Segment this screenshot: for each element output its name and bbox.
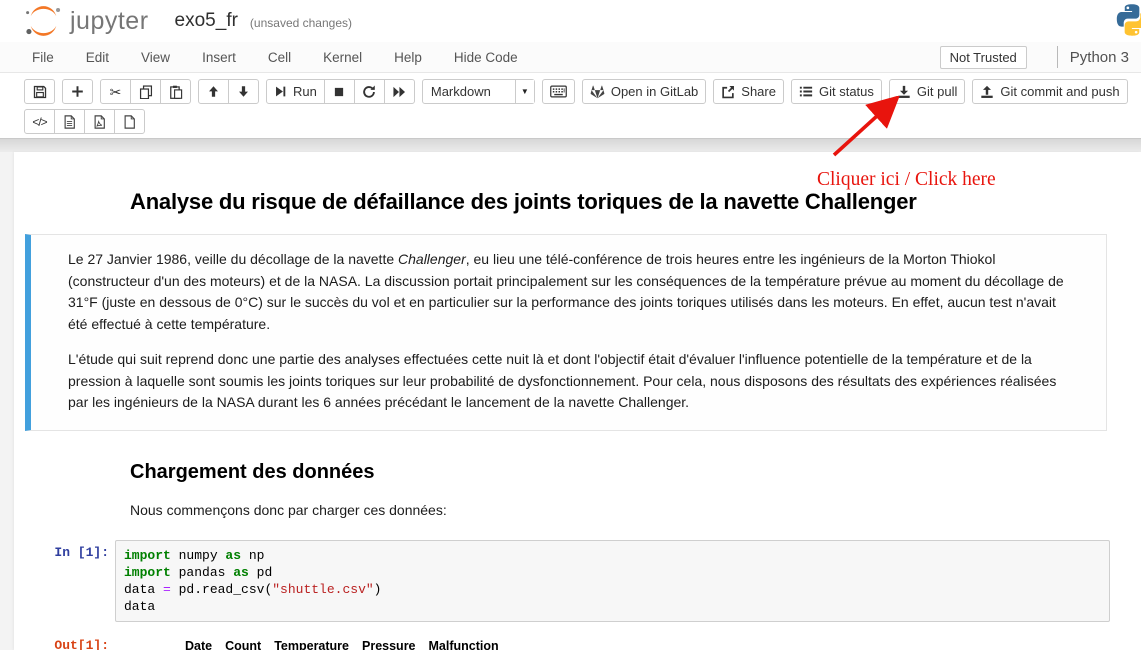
input-prompt: In [1]: <box>14 540 115 560</box>
code-cell[interactable]: In [1]: import numpy as npimport pandas … <box>14 540 1141 622</box>
share-button-label: Share <box>741 84 776 99</box>
kernel-divider <box>1057 46 1058 68</box>
output-cell: Out[1]: Date Count Temperature Pressure … <box>14 633 1141 650</box>
new-file-button[interactable] <box>114 109 145 134</box>
paste-cell-button[interactable] <box>160 79 191 104</box>
open-in-gitlab-label: Open in GitLab <box>611 84 698 99</box>
intro-blockquote: Le 27 Janvier 1986, veille du décollage … <box>25 234 1107 431</box>
section-heading: Chargement des données <box>130 461 1141 484</box>
menu-file[interactable]: File <box>32 50 54 65</box>
arrow-down-icon <box>237 85 250 98</box>
notebook-background: Analyse du risque de défaillance des joi… <box>0 152 1141 650</box>
restart-icon <box>362 85 376 99</box>
cut-icon: ✂ <box>110 85 122 99</box>
menu-edit[interactable]: Edit <box>86 50 109 65</box>
menu-bar: File Edit View Insert Cell Kernel Help H… <box>0 42 1141 73</box>
save-button[interactable] <box>24 79 55 104</box>
git-status-button[interactable]: Git status <box>791 79 882 104</box>
menu-kernel[interactable]: Kernel <box>323 50 362 65</box>
fast-forward-icon <box>392 86 406 98</box>
column-header-malfunction: Malfunction <box>429 639 499 650</box>
restart-kernel-button[interactable] <box>354 79 385 104</box>
section-intro: Nous commençons donc par charger ces don… <box>130 502 1141 518</box>
jupyter-logo-text: jupyter <box>70 7 149 36</box>
git-commit-push-button[interactable]: Git commit and push <box>972 79 1127 104</box>
chevron-down-icon: ▼ <box>515 80 534 103</box>
jupyter-logo-icon <box>24 6 63 36</box>
challenger-italic: Challenger <box>398 251 466 267</box>
git-pull-button[interactable]: Git pull <box>889 79 965 104</box>
file-blank-icon <box>123 115 136 129</box>
click-here-annotation: Cliquer ici / Click here <box>817 169 996 191</box>
blockquote-paragraph-2: L'étude qui suit reprend donc une partie… <box>68 349 1078 414</box>
interrupt-kernel-button[interactable] <box>324 79 355 104</box>
share-button[interactable]: Share <box>713 79 784 104</box>
column-header-temperature: Temperature <box>274 639 349 650</box>
git-status-label: Git status <box>819 84 874 99</box>
run-cell-button[interactable]: Run <box>266 79 325 104</box>
output-prompt: Out[1]: <box>14 633 115 650</box>
copy-icon <box>139 85 153 99</box>
app-header: jupyter exo5_fr (unsaved changes) <box>0 0 1141 42</box>
export-html-button[interactable] <box>54 109 85 134</box>
menu-right-group: Not Trusted Python 3 <box>940 46 1131 69</box>
share-icon <box>721 85 735 99</box>
move-cell-down-button[interactable] <box>228 79 259 104</box>
move-cell-up-button[interactable] <box>198 79 229 104</box>
column-header-date: Date <box>185 639 212 650</box>
notebook-page: Analyse du risque de défaillance des joi… <box>14 152 1141 650</box>
run-button-label: Run <box>293 84 317 99</box>
menu-view[interactable]: View <box>141 50 170 65</box>
menu-hide-code[interactable]: Hide Code <box>454 50 518 65</box>
save-status: (unsaved changes) <box>250 12 352 30</box>
menu-cell[interactable]: Cell <box>268 50 291 65</box>
git-commit-push-label: Git commit and push <box>1000 84 1119 99</box>
not-trusted-button[interactable]: Not Trusted <box>940 46 1027 69</box>
save-icon <box>33 85 47 99</box>
code-input-area[interactable]: import numpy as npimport pandas as pddat… <box>115 540 1110 622</box>
toolbar-row-2: </> <box>24 109 1141 136</box>
export-pdf-button[interactable] <box>84 109 115 134</box>
code-icon: </> <box>32 116 46 128</box>
upload-icon <box>980 85 994 99</box>
toggle-code-button[interactable]: </> <box>24 109 55 134</box>
stop-icon <box>333 86 345 98</box>
cell-type-select[interactable]: Markdown ▼ <box>422 79 535 104</box>
keyboard-icon <box>550 85 567 98</box>
python-logo-icon <box>1115 3 1141 37</box>
menu-insert[interactable]: Insert <box>202 50 236 65</box>
file-pdf-icon <box>93 115 106 129</box>
restart-run-all-button[interactable] <box>384 79 415 104</box>
copy-cell-button[interactable] <box>130 79 161 104</box>
kernel-name: Python 3 <box>1070 49 1129 66</box>
blockquote-paragraph-1: Le 27 Janvier 1986, veille du décollage … <box>68 249 1078 335</box>
add-cell-button[interactable] <box>62 79 93 104</box>
cut-cell-button[interactable]: ✂ <box>100 79 131 104</box>
gitlab-icon <box>590 85 605 99</box>
command-palette-button[interactable] <box>542 79 575 104</box>
file-text-icon <box>63 115 76 129</box>
paste-icon <box>169 85 183 99</box>
dataframe-header-row: Date Count Temperature Pressure Malfunct… <box>185 633 499 650</box>
cell-type-selected: Markdown <box>423 80 515 103</box>
list-icon <box>799 85 813 98</box>
code-lines: import numpy as npimport pandas as pddat… <box>124 547 1101 615</box>
step-forward-icon <box>274 85 287 98</box>
toolbar: ✂ Run Markdown ▼ Open in GitLab Share G <box>0 73 1141 139</box>
plus-icon <box>71 85 84 98</box>
jupyter-notebook-app: jupyter exo5_fr (unsaved changes) File E… <box>0 0 1141 650</box>
arrow-up-icon <box>207 85 220 98</box>
git-pull-label: Git pull <box>917 84 957 99</box>
menu-help[interactable]: Help <box>394 50 422 65</box>
download-icon <box>897 85 911 99</box>
jupyter-logo[interactable]: jupyter <box>24 6 149 36</box>
notebook-h1: Analyse du risque de défaillance des joi… <box>130 188 1035 216</box>
toolbar-row-1: ✂ Run Markdown ▼ Open in GitLab Share G <box>24 79 1141 106</box>
notebook-title[interactable]: exo5_fr <box>175 10 238 32</box>
column-header-pressure: Pressure <box>362 639 416 650</box>
column-header-count: Count <box>225 639 261 650</box>
open-in-gitlab-button[interactable]: Open in GitLab <box>582 79 706 104</box>
